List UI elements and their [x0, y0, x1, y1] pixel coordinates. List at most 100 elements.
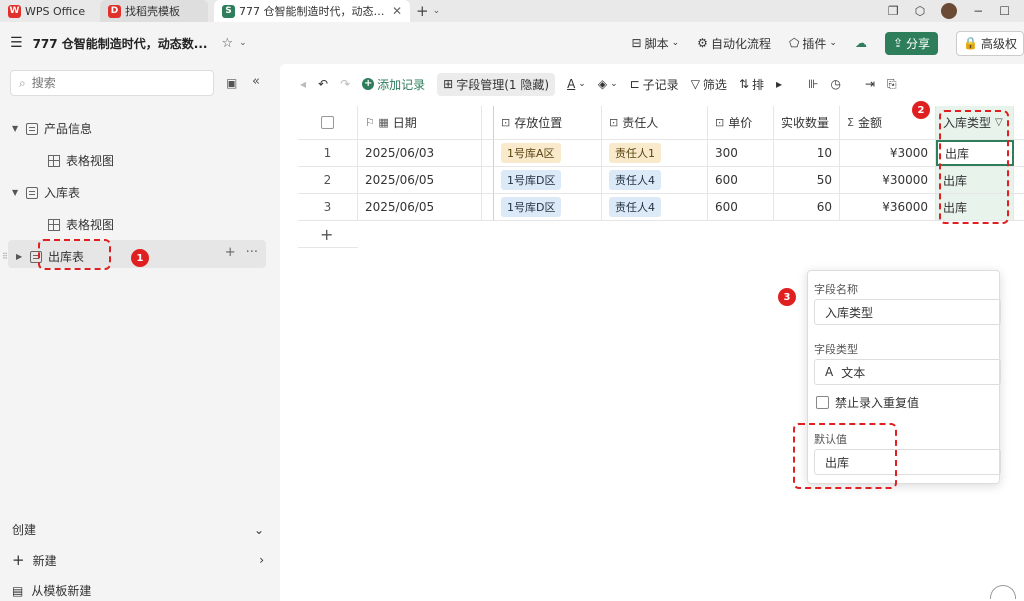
- restore-window-icon[interactable]: ❐: [888, 4, 899, 18]
- table-row[interactable]: 2 2025/06/05 1号库D区 责任人4 600 50 ¥30000 出库: [298, 167, 1024, 194]
- automation-button[interactable]: ⚙ 自动化流程: [697, 35, 771, 52]
- column-label: 存放位置: [514, 116, 563, 130]
- sort-button[interactable]: ⇅ 排: [739, 76, 764, 93]
- more-tools-icon[interactable]: ▸: [776, 77, 782, 91]
- robot-icon: ⚙: [697, 36, 708, 50]
- owner-cell[interactable]: 责任人4: [602, 167, 708, 193]
- fill-color-button[interactable]: ◈ ⌄: [598, 77, 618, 91]
- column-header-qty[interactable]: 实收数量: [774, 106, 840, 139]
- new-button[interactable]: + 新建 ›: [0, 551, 276, 569]
- qty-cell[interactable]: 60: [774, 194, 840, 220]
- export-icon[interactable]: ⇥: [865, 77, 875, 91]
- collapse-sidebar-icon[interactable]: «: [252, 74, 260, 89]
- column-resize-handle[interactable]: [482, 106, 494, 139]
- expand-arrow-icon[interactable]: ▶: [16, 252, 24, 261]
- owner-cell[interactable]: 责任人4: [602, 194, 708, 220]
- script-button[interactable]: ⊟ 脚本 ⌄: [632, 35, 680, 52]
- new-from-template-button[interactable]: ▤ 从模板新建: [0, 582, 276, 599]
- share-button[interactable]: ⇪ 分享: [884, 31, 939, 55]
- price-cell[interactable]: 600: [708, 167, 774, 193]
- add-row-button[interactable]: +: [298, 221, 358, 248]
- layout-icon[interactable]: ⊪: [808, 77, 818, 91]
- tab-template-store[interactable]: D 找稻壳模板: [100, 0, 208, 22]
- cube-icon[interactable]: ⬡: [915, 4, 925, 18]
- add-record-button[interactable]: + 添加记录: [362, 76, 425, 93]
- menu-icon[interactable]: ☰: [10, 35, 23, 51]
- chevron-down-icon: ⌄: [610, 79, 618, 89]
- more-icon[interactable]: ···: [246, 245, 258, 260]
- undo-button[interactable]: ↶: [318, 77, 328, 91]
- create-section[interactable]: 创建 ⌄: [0, 521, 276, 538]
- scroll-left-icon[interactable]: ◂: [300, 77, 306, 91]
- close-tab-icon[interactable]: ✕: [392, 4, 402, 18]
- field-type-select[interactable]: A 文本: [814, 359, 1001, 385]
- row-number: 1: [298, 140, 358, 166]
- table-row[interactable]: 1 2025/06/03 1号库A区 责任人1 300 10 ¥3000 出库: [298, 140, 1024, 167]
- minimize-button[interactable]: −: [973, 4, 983, 18]
- text-type-icon: A: [825, 365, 834, 379]
- field-manage-button[interactable]: ⊞ 字段管理(1 隐藏): [437, 72, 556, 96]
- document-title[interactable]: 777 仓智能制造时代，动态数...: [33, 35, 208, 52]
- chevron-down-icon[interactable]: ⌄: [433, 6, 441, 16]
- no-duplicate-checkbox[interactable]: 禁止录入重复值: [816, 394, 919, 411]
- search-box[interactable]: ⌕: [10, 70, 214, 96]
- expand-arrow-icon[interactable]: ▼: [12, 124, 20, 133]
- qty-cell[interactable]: 10: [774, 140, 840, 166]
- location-cell[interactable]: 1号库D区: [494, 194, 602, 220]
- sidebar-item-grid-view[interactable]: 表格视图: [48, 216, 114, 233]
- cloud-sync-icon[interactable]: ☁: [855, 36, 867, 50]
- price-cell[interactable]: 300: [708, 140, 774, 166]
- date-cell[interactable]: 2025/06/05: [358, 194, 482, 220]
- avatar[interactable]: [941, 3, 958, 19]
- column-header-date[interactable]: ⚐ ▦ 日期: [358, 106, 482, 139]
- advanced-permission-button[interactable]: 🔒 高级权: [956, 30, 1024, 56]
- clipboard-icon[interactable]: ⎘: [887, 77, 897, 92]
- checkbox[interactable]: [816, 396, 829, 409]
- chevron-down-icon: ⌄: [253, 522, 264, 537]
- plugin-button[interactable]: ⬠ 插件 ⌄: [789, 35, 837, 52]
- filter-button[interactable]: ▽ 筛选: [691, 76, 727, 93]
- automation-label: 自动化流程: [710, 36, 771, 51]
- qty-cell[interactable]: 50: [774, 167, 840, 193]
- sidebar-item-grid-view[interactable]: 表格视图: [48, 152, 114, 169]
- location-cell[interactable]: 1号库D区: [494, 167, 602, 193]
- sidebar-item-inbound[interactable]: ▼ 入库表: [12, 184, 80, 201]
- owner-cell[interactable]: 责任人1: [602, 140, 708, 166]
- amount-cell[interactable]: ¥36000: [840, 194, 936, 220]
- column-header-location[interactable]: ⊡ 存放位置: [494, 106, 602, 139]
- amount-cell[interactable]: ¥30000: [840, 167, 936, 193]
- grid-view-icon: [48, 218, 60, 231]
- checkbox[interactable]: [321, 116, 334, 129]
- date-cell[interactable]: 2025/06/05: [358, 167, 482, 193]
- select-all-checkbox[interactable]: [298, 106, 358, 139]
- header-actions: ⊟ 脚本 ⌄ ⚙ 自动化流程 ⬠ 插件 ⌄ ☁ ⇪ 分享 🔒 高级权: [632, 22, 1024, 64]
- tab-wps-office[interactable]: W WPS Office: [0, 0, 96, 22]
- redo-button[interactable]: ↷: [340, 77, 350, 91]
- drag-handle-icon[interactable]: ⠿: [2, 252, 10, 261]
- maximize-button[interactable]: ☐: [999, 4, 1010, 18]
- field-name-input[interactable]: 入库类型: [814, 299, 1001, 325]
- font-color-button[interactable]: A ⌄: [567, 77, 586, 91]
- star-icon[interactable]: ☆: [221, 36, 233, 51]
- add-icon[interactable]: +: [225, 245, 236, 260]
- expand-arrow-icon[interactable]: ▼: [12, 188, 20, 197]
- table-row[interactable]: 3 2025/06/05 1号库D区 责任人4 600 60 ¥36000 出库: [298, 194, 1024, 221]
- chevron-down-icon: ⌄: [671, 38, 680, 48]
- history-icon[interactable]: ◷: [831, 77, 841, 91]
- column-header-price[interactable]: ⊡ 单价: [708, 106, 774, 139]
- layout-icon[interactable]: ▣: [226, 76, 237, 90]
- new-tab-button[interactable]: +: [416, 2, 429, 20]
- new-label: 新建: [32, 553, 57, 568]
- from-template-label: 从模板新建: [31, 584, 92, 598]
- date-cell[interactable]: 2025/06/03: [358, 140, 482, 166]
- sub-record-button[interactable]: ⊏ 子记录: [630, 76, 679, 93]
- amount-cell[interactable]: ¥3000: [840, 140, 936, 166]
- chevron-down-icon[interactable]: ⌄: [239, 38, 247, 48]
- sidebar-item-product-info[interactable]: ▼ 产品信息: [12, 120, 92, 137]
- price-cell[interactable]: 600: [708, 194, 774, 220]
- sidebar-item-label: 产品信息: [44, 122, 93, 136]
- location-cell[interactable]: 1号库A区: [494, 140, 602, 166]
- tab-current-document[interactable]: S 777 仓智能制造时代，动态数组能 ✕: [214, 0, 410, 22]
- column-header-owner[interactable]: ⊡ 责任人: [602, 106, 708, 139]
- search-input[interactable]: [31, 76, 192, 90]
